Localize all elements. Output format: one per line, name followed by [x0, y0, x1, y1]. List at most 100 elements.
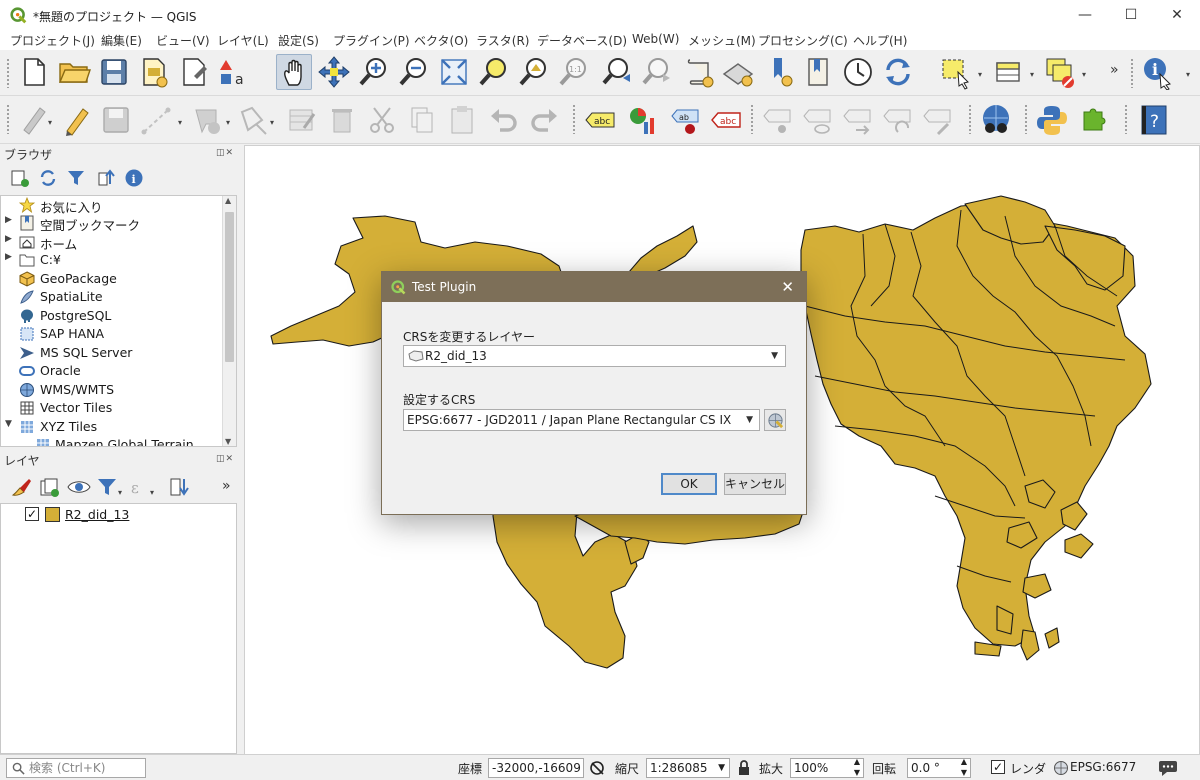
- menu-raster[interactable]: ラスタ(R): [476, 32, 529, 49]
- menu-database[interactable]: データベース(D): [537, 32, 627, 49]
- messages-icon[interactable]: [1158, 759, 1178, 777]
- digitize-icon[interactable]: [16, 102, 52, 138]
- toolbar-grip[interactable]: [1124, 104, 1128, 134]
- menu-plugins[interactable]: プラグイン(P): [333, 32, 410, 49]
- menu-project[interactable]: プロジェクト(J): [10, 32, 95, 49]
- zoom-last-icon[interactable]: [600, 54, 636, 90]
- dialog-title-bar[interactable]: Test Plugin ✕: [382, 272, 806, 302]
- chevron-down-icon[interactable]: ▾: [1082, 70, 1086, 79]
- plugins-icon[interactable]: [1076, 102, 1112, 138]
- label-change-icon[interactable]: [880, 102, 916, 138]
- toolbar-grip[interactable]: [6, 58, 10, 88]
- chevron-down-icon[interactable]: ▼: [746, 410, 753, 430]
- chevron-down-icon[interactable]: ▾: [150, 488, 154, 497]
- toggle-editing-icon[interactable]: [58, 102, 94, 138]
- layout-manager-icon[interactable]: [176, 54, 212, 90]
- cancel-button[interactable]: キャンセル: [724, 473, 786, 495]
- layer-visibility-checkbox[interactable]: ✓: [25, 507, 39, 521]
- save-project-icon[interactable]: [96, 54, 132, 90]
- save-edits-icon[interactable]: [98, 102, 134, 138]
- browser-scrollbar[interactable]: ▲ ▼: [222, 196, 236, 446]
- pan-to-selection-icon[interactable]: [316, 54, 352, 90]
- metasearch-icon[interactable]: [978, 102, 1014, 138]
- move-feature-icon[interactable]: [190, 102, 226, 138]
- scroll-thumb[interactable]: [225, 212, 234, 362]
- chevron-down-icon[interactable]: ▾: [118, 488, 122, 497]
- lock-icon[interactable]: [737, 760, 751, 776]
- crs-globe-icon[interactable]: [1053, 760, 1069, 776]
- chevron-down-icon[interactable]: ▾: [226, 118, 230, 127]
- new-3d-view-icon[interactable]: [720, 54, 756, 90]
- toolbar-grip[interactable]: [750, 104, 754, 134]
- render-checkbox[interactable]: ✓: [991, 760, 1005, 774]
- menu-help[interactable]: ヘルプ(H): [853, 32, 907, 49]
- chevron-down-icon[interactable]: ▾: [178, 118, 182, 127]
- chevron-down-icon[interactable]: ▾: [48, 118, 52, 127]
- coordinate-field[interactable]: -32000,-16609: [488, 758, 584, 778]
- menu-processing[interactable]: プロセシング(C): [758, 32, 848, 49]
- close-window-button[interactable]: ✕: [1154, 0, 1200, 30]
- chevron-right-icon[interactable]: ▶: [5, 234, 12, 244]
- zoom-full-icon[interactable]: [436, 54, 472, 90]
- open-project-icon[interactable]: [56, 54, 92, 90]
- expression-filter-icon[interactable]: ε: [128, 476, 150, 498]
- menu-settings[interactable]: 設定(S): [278, 32, 319, 49]
- zoom-to-selection-icon[interactable]: [476, 54, 512, 90]
- chevron-down-icon[interactable]: ▾: [270, 118, 274, 127]
- chevron-down-icon[interactable]: ▼: [771, 346, 778, 366]
- info-icon[interactable]: i: [124, 168, 144, 188]
- modify-attributes-icon[interactable]: [284, 102, 320, 138]
- eye-icon[interactable]: [66, 476, 92, 498]
- project-crs-button[interactable]: EPSG:6677: [1070, 760, 1136, 774]
- crs-select[interactable]: EPSG:6677 - JGD2011 / Japan Plane Rectan…: [403, 409, 760, 431]
- spin-buttons-icon[interactable]: ▲ ▼: [961, 759, 967, 777]
- menu-web[interactable]: Web(W): [632, 32, 679, 46]
- filter-icon[interactable]: [66, 168, 86, 188]
- dialog-close-button[interactable]: ✕: [781, 278, 794, 296]
- magnifier-field[interactable]: 100% ▲ ▼: [790, 758, 864, 778]
- chevron-down-icon[interactable]: ▾: [978, 70, 982, 79]
- panel-float-close-buttons[interactable]: ◫✕: [216, 148, 234, 158]
- filter-icon[interactable]: [96, 476, 118, 498]
- scale-field[interactable]: 1:286085 ▼: [646, 758, 730, 778]
- deselect-icon[interactable]: [1042, 54, 1078, 90]
- attribute-table-icon[interactable]: [990, 54, 1026, 90]
- refresh-icon[interactable]: [880, 54, 916, 90]
- style-brush-icon[interactable]: [10, 476, 32, 498]
- style-manager-icon[interactable]: a: [216, 54, 252, 90]
- toolbar-grip[interactable]: [968, 104, 972, 134]
- zoom-out-icon[interactable]: [396, 54, 432, 90]
- menu-view[interactable]: ビュー(V): [156, 32, 210, 49]
- chevron-down-icon[interactable]: ▼: [5, 419, 12, 429]
- chevron-right-icon[interactable]: ▶: [5, 215, 12, 225]
- menu-layer[interactable]: レイヤ(L): [217, 32, 269, 49]
- delete-selected-icon[interactable]: [324, 102, 360, 138]
- layer-select[interactable]: R2_did_13 ▼: [403, 345, 786, 367]
- vertex-tool-icon[interactable]: [236, 102, 272, 138]
- chevron-down-icon[interactable]: ▼: [718, 759, 725, 777]
- copy-icon[interactable]: [404, 102, 440, 138]
- new-bookmark-icon[interactable]: [762, 54, 798, 90]
- diagram-icon[interactable]: [624, 102, 660, 138]
- label-move-icon[interactable]: [800, 102, 836, 138]
- cut-icon[interactable]: [364, 102, 400, 138]
- minimize-button[interactable]: —: [1062, 0, 1108, 30]
- pan-icon[interactable]: [276, 54, 312, 90]
- python-console-icon[interactable]: [1034, 102, 1070, 138]
- label-properties-icon[interactable]: [920, 102, 956, 138]
- zoom-next-icon[interactable]: [640, 54, 676, 90]
- scroll-down-icon[interactable]: ▼: [225, 437, 231, 446]
- identify-icon[interactable]: i: [1140, 54, 1176, 90]
- toolbar-grip[interactable]: [6, 104, 10, 134]
- label-rotate-icon[interactable]: [840, 102, 876, 138]
- label-highlight-icon[interactable]: ab: [668, 102, 704, 138]
- select-features-icon[interactable]: [938, 54, 974, 90]
- scroll-up-icon[interactable]: ▲: [225, 196, 231, 205]
- toolbar-grip[interactable]: [1130, 58, 1134, 88]
- add-layer-icon[interactable]: [10, 168, 30, 188]
- zoom-in-icon[interactable]: [356, 54, 392, 90]
- menu-mesh[interactable]: メッシュ(M): [688, 32, 756, 49]
- panel-float-close-buttons[interactable]: ◫✕: [216, 454, 234, 464]
- new-map-view-icon[interactable]: [682, 54, 718, 90]
- locator-search-input[interactable]: 検索 (Ctrl+K): [6, 758, 146, 778]
